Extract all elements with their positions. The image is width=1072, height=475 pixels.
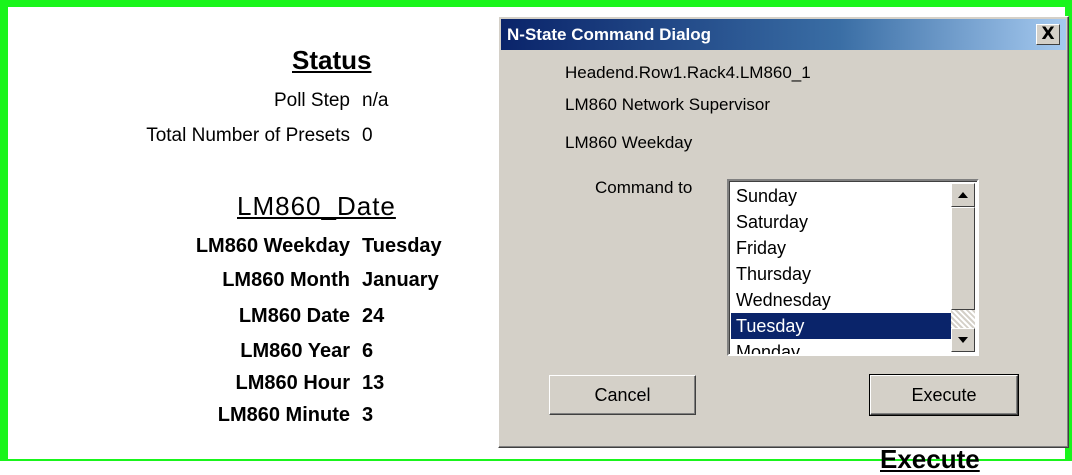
weekday-row: LM860 Weekday Tuesday bbox=[196, 235, 442, 258]
dialog-title: N-State Command Dialog bbox=[507, 25, 712, 44]
total-presets-row: Total Number of Presets 0 bbox=[146, 125, 373, 147]
background-execute-button[interactable]: Execute bbox=[880, 444, 980, 475]
weekday-label: LM860 Weekday bbox=[195, 235, 350, 257]
point-name: LM860 Weekday bbox=[565, 133, 693, 152]
list-item-thursday[interactable]: Thursday bbox=[731, 261, 951, 287]
list-item-friday[interactable]: Friday bbox=[731, 235, 951, 261]
arrow-down-icon bbox=[958, 337, 968, 343]
total-presets-label: Total Number of Presets bbox=[146, 125, 350, 146]
scrollbar-thumb[interactable] bbox=[951, 207, 975, 310]
object-path: Headend.Row1.Rack4.LM860_1 bbox=[565, 63, 811, 82]
command-options-listbox[interactable]: Sunday Saturday Friday Thursday Wednesda… bbox=[727, 179, 979, 356]
year-label: LM860 Year bbox=[240, 340, 350, 362]
minute-row: LM860 Minute 3 bbox=[218, 404, 374, 427]
year-value: 6 bbox=[362, 340, 374, 362]
list-item-wednesday[interactable]: Wednesday bbox=[731, 287, 951, 313]
date-section-title: LM860_Date bbox=[237, 191, 396, 221]
listbox-scrollbar[interactable] bbox=[951, 183, 975, 352]
hour-row: LM860 Hour 13 bbox=[236, 372, 385, 395]
status-section-title: Status bbox=[292, 45, 372, 75]
month-row: LM860 Month January bbox=[222, 269, 439, 292]
year-row: LM860 Year 6 bbox=[240, 340, 374, 363]
n-state-command-dialog: N-State Command Dialog X Headend.Row1.Ra… bbox=[498, 16, 1069, 448]
date-row: LM860 Date 24 bbox=[239, 305, 385, 328]
listbox-items: Sunday Saturday Friday Thursday Wednesda… bbox=[731, 183, 951, 354]
month-label: LM860 Month bbox=[222, 269, 350, 291]
scroll-up-button[interactable] bbox=[951, 183, 975, 207]
command-to-label: Command to bbox=[595, 178, 693, 197]
poll-step-value: n/a bbox=[362, 90, 389, 111]
total-presets-value: 0 bbox=[362, 125, 373, 146]
close-icon[interactable]: X bbox=[1036, 24, 1060, 45]
date-label: LM860 Date bbox=[238, 305, 350, 327]
minute-value: 3 bbox=[362, 404, 374, 426]
list-item-tuesday[interactable]: Tuesday bbox=[731, 313, 951, 339]
poll-step-label: Poll Step bbox=[273, 90, 350, 111]
date-value: 24 bbox=[362, 305, 385, 327]
poll-step-row: Poll Step n/a bbox=[274, 90, 389, 112]
hour-label: LM860 Hour bbox=[235, 372, 350, 394]
list-item-sunday[interactable]: Sunday bbox=[731, 183, 951, 209]
weekday-value: Tuesday bbox=[362, 235, 442, 257]
arrow-up-icon bbox=[958, 192, 968, 198]
month-value: January bbox=[362, 269, 439, 291]
scroll-down-button[interactable] bbox=[951, 328, 975, 352]
execute-button[interactable]: Execute bbox=[869, 374, 1019, 416]
dialog-title-bar[interactable]: N-State Command Dialog X bbox=[501, 19, 1066, 50]
device-type: LM860 Network Supervisor bbox=[565, 95, 771, 114]
list-item-saturday[interactable]: Saturday bbox=[731, 209, 951, 235]
minute-label: LM860 Minute bbox=[217, 404, 350, 426]
cancel-button[interactable]: Cancel bbox=[549, 375, 696, 415]
hour-value: 13 bbox=[362, 372, 385, 394]
list-item-monday[interactable]: Monday bbox=[731, 339, 951, 354]
